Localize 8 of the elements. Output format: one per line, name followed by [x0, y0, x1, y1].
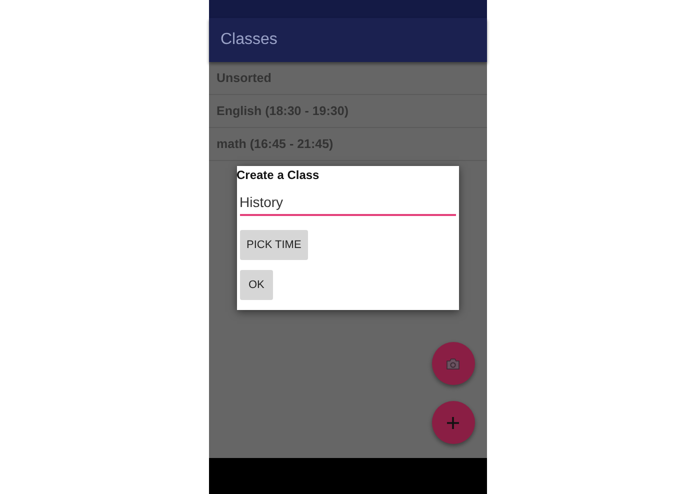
dialog-button[interactable]: OK: [240, 270, 274, 300]
plus-icon: [447, 416, 459, 428]
camera-icon: [446, 358, 460, 370]
dialog-button[interactable]: PICK TIME: [240, 230, 308, 260]
camera-button[interactable]: [432, 342, 474, 385]
add-button[interactable]: [432, 401, 474, 444]
app-title: Classes: [220, 31, 278, 49]
dialog-title: Create a Class: [236, 168, 320, 182]
